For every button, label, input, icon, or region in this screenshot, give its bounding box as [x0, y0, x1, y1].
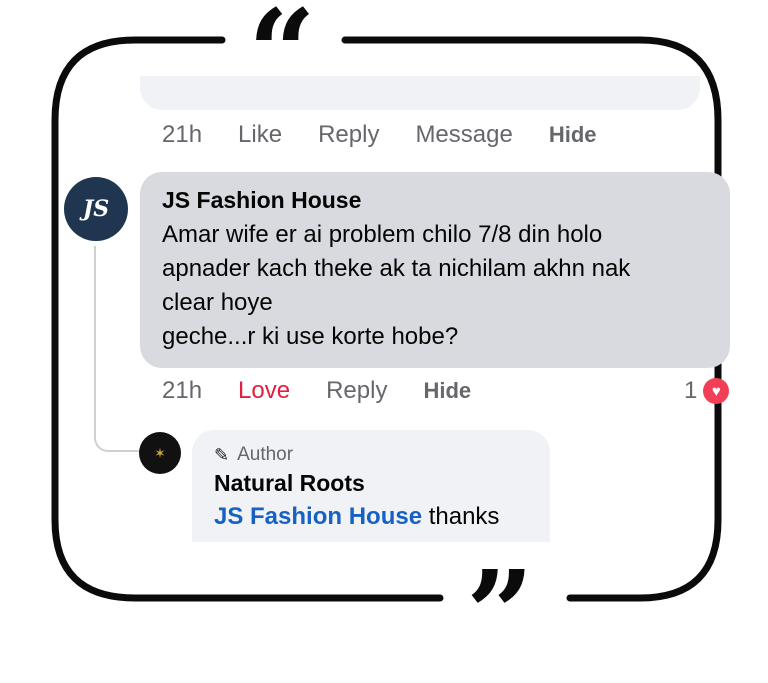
comment-timestamp[interactable]: 21h: [162, 377, 202, 405]
comment-line: clear hoye: [162, 289, 273, 316]
reply-message: thanks: [422, 503, 500, 530]
comment-timestamp[interactable]: 21h: [162, 121, 202, 149]
author-badge-label: Author: [237, 444, 294, 465]
comment-bubble: JS Fashion House Amar wife er ai problem…: [140, 172, 730, 368]
love-reaction-button[interactable]: Love: [238, 377, 290, 405]
comment-actions: 21h Love Reply Hide: [162, 377, 507, 405]
thread-connector-line: [94, 246, 142, 452]
hide-button[interactable]: Hide: [423, 378, 471, 404]
reply-bubble: ✎ Author Natural Roots JS Fashion House …: [192, 430, 550, 542]
pencil-icon: ✎: [214, 444, 230, 465]
comment-author[interactable]: JS Fashion House: [162, 186, 710, 214]
avatar-monogram: JS: [82, 196, 110, 222]
reply-avatar[interactable]: ✶: [139, 432, 181, 474]
message-button[interactable]: Message: [415, 121, 512, 149]
heart-reaction-icon: ♥: [703, 378, 730, 404]
leaf-logo-icon: ✶: [154, 444, 166, 461]
reply-text: JS Fashion House thanks: [214, 503, 530, 531]
mention-link[interactable]: JS Fashion House: [214, 503, 422, 530]
reply-button[interactable]: Reply: [326, 377, 387, 405]
comment-text: Amar wife er ai problem chilo 7/8 din ho…: [162, 218, 710, 354]
comment-line: Amar wife er ai problem chilo 7/8 din ho…: [162, 221, 603, 248]
reply-button[interactable]: Reply: [318, 121, 379, 149]
close-quote-mark: ”: [462, 555, 538, 673]
previous-comment-actions: 21h Like Reply Message Hide: [162, 121, 633, 149]
reaction-count: 1: [684, 377, 698, 404]
hide-button[interactable]: Hide: [549, 122, 597, 148]
avatar[interactable]: JS: [64, 177, 128, 241]
reaction-summary[interactable]: 1 ♥: [684, 377, 730, 405]
comment-line: apnader kach theke ak ta nichilam akhn n…: [162, 255, 631, 282]
author-badge: ✎ Author: [214, 444, 530, 466]
like-button[interactable]: Like: [238, 121, 282, 149]
previous-comment-bubble: [140, 76, 700, 110]
comment-line: geche...r ki use korte hobe?: [162, 323, 459, 350]
reply-author[interactable]: Natural Roots: [214, 470, 530, 497]
